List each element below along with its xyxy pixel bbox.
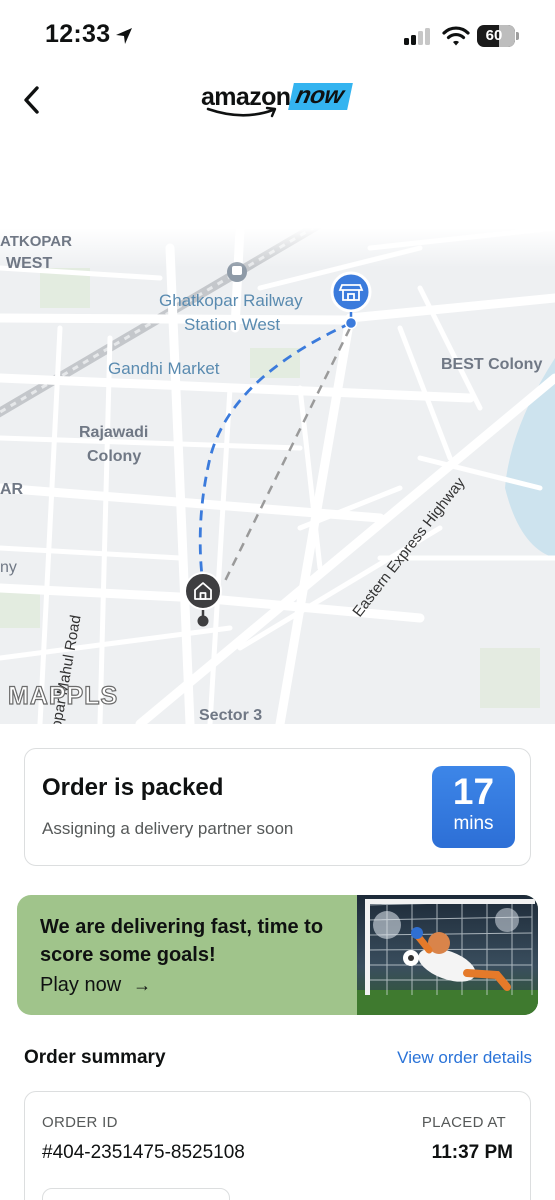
status-time: 12:33 xyxy=(45,20,111,48)
play-now-label: Play now xyxy=(40,974,122,996)
map-label-rajawadi-line2: Colony xyxy=(87,448,142,465)
delivery-map[interactable]: ATKOPAR WEST Ghatkopar Railway Station W… xyxy=(0,228,555,724)
chevron-left-icon xyxy=(24,86,39,114)
eta-badge: 17 mins xyxy=(432,766,515,848)
order-item-box xyxy=(42,1188,230,1200)
order-id-value: #404-2351475-8525108 xyxy=(42,1142,245,1163)
location-arrow-icon xyxy=(116,28,132,44)
eta-value: 17 xyxy=(452,771,495,812)
order-summary-card: ORDER ID #404-2351475-8525108 PLACED AT … xyxy=(24,1091,531,1200)
view-order-details-link[interactable]: View order details xyxy=(397,1048,532,1068)
goalkeeper-illustration xyxy=(357,895,538,1015)
placed-at-value: 11:37 PM xyxy=(431,1142,513,1163)
order-status-card: Order is packed Assigning a delivery par… xyxy=(24,748,531,866)
map-label-sector: Sector 3 xyxy=(199,707,263,724)
wifi-icon xyxy=(442,26,470,46)
order-summary-header: Order summary View order details xyxy=(24,1047,532,1075)
play-now-button[interactable]: Play now → xyxy=(40,974,151,997)
header: amazon now xyxy=(0,72,555,132)
eta-unit: mins xyxy=(453,813,494,834)
map-label-ar: AR xyxy=(0,481,24,498)
amazon-smile-icon xyxy=(206,106,277,118)
map-label-station-line1: Ghatkopar Railway xyxy=(159,291,303,310)
order-status-title: Order is packed xyxy=(42,774,224,801)
order-summary-title: Order summary xyxy=(24,1047,166,1068)
map-label-rajawadi-line1: Rajawadi xyxy=(79,424,149,441)
status-bar: 12:33 60 xyxy=(0,0,555,72)
map-label-best-colony: BEST Colony xyxy=(441,356,543,373)
map-label-gandhi-market: Gandhi Market xyxy=(108,359,220,378)
back-button[interactable] xyxy=(16,78,52,118)
arrow-right-icon: → xyxy=(133,975,152,995)
promo-banner[interactable]: We are delivering fast, time to score so… xyxy=(17,895,538,1015)
logo-now-text: now xyxy=(288,82,353,110)
map-label-west: WEST xyxy=(6,255,53,272)
mappls-logo: MAPPLS xyxy=(7,681,119,710)
map-label-ny: ny xyxy=(0,559,17,576)
order-status-subtitle: Assigning a delivery partner soon xyxy=(42,819,294,838)
battery-icon: 60 xyxy=(477,25,515,47)
amazon-now-logo: amazon now xyxy=(201,80,356,120)
map-label-station-line2: Station West xyxy=(184,315,281,334)
order-id-label: ORDER ID xyxy=(42,1114,118,1131)
cellular-signal-icon xyxy=(404,28,430,45)
placed-at-label: PLACED AT xyxy=(421,1114,506,1131)
promo-title: We are delivering fast, time to score so… xyxy=(40,916,324,966)
map-label-atkopar: ATKOPAR xyxy=(0,233,72,250)
battery-level: 60 xyxy=(485,27,503,44)
